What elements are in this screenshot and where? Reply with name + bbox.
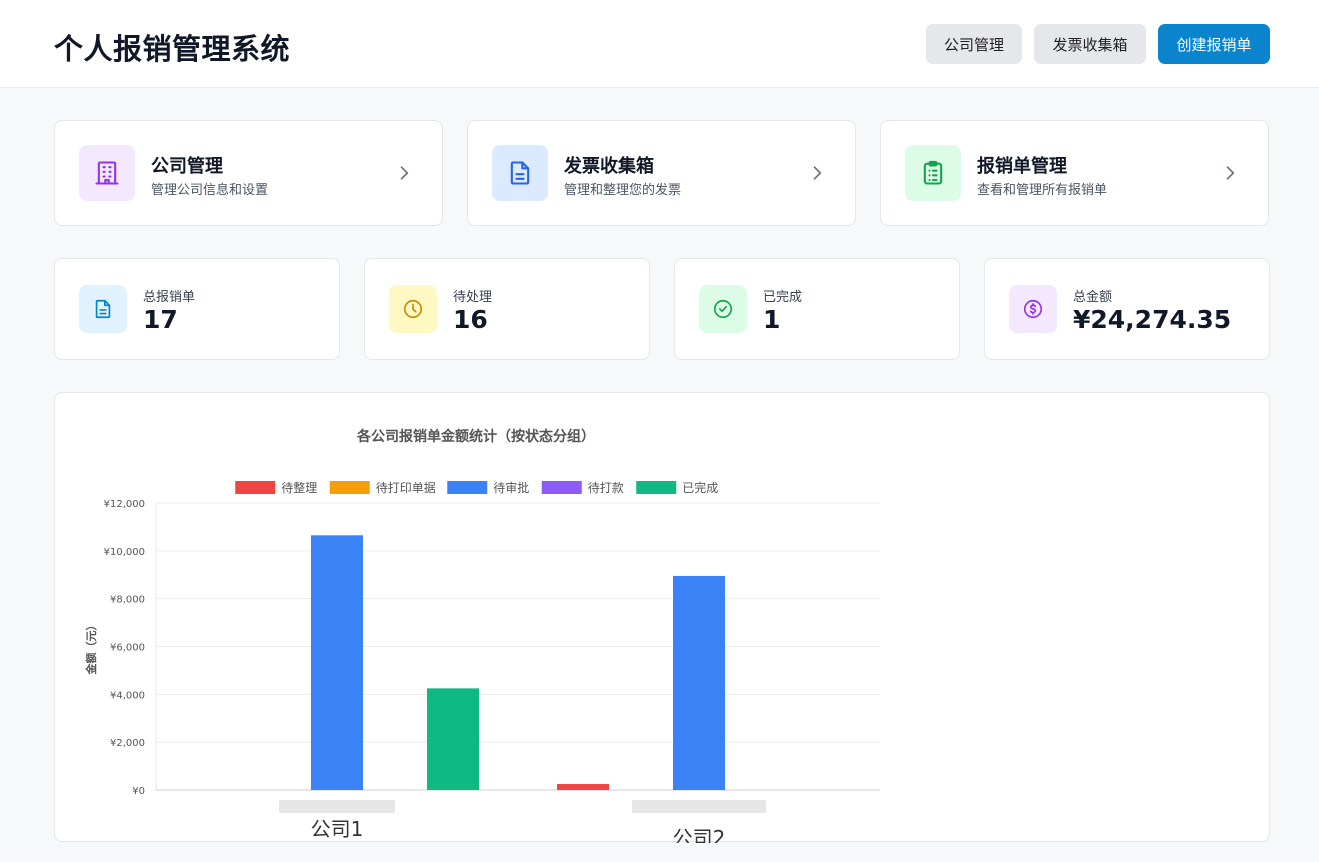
stat-value: ¥24,274.35: [1073, 305, 1232, 334]
nav-card-invoice[interactable]: 发票收集箱 管理和整理您的发票: [467, 120, 856, 226]
invoice-inbox-button[interactable]: 发票收集箱: [1034, 24, 1146, 64]
legend-swatch: [329, 481, 370, 494]
stat-card-pending: 待处理 16: [364, 258, 650, 360]
dollar-circle-icon: [1009, 285, 1057, 333]
legend-label: 待打印单据: [376, 481, 436, 495]
y-tick-label: ¥0: [132, 786, 145, 797]
legend-label: 待审批: [493, 480, 529, 495]
chart-title: 各公司报销单金额统计（按状态分组）: [356, 428, 595, 445]
stat-value: 1: [763, 305, 781, 334]
y-tick-label: ¥6,000: [110, 643, 145, 654]
y-tick-label: ¥10,000: [104, 547, 145, 558]
stat-label: 待处理: [453, 290, 493, 305]
nav-card-description: 管理和整理您的发票: [564, 183, 682, 198]
clock-icon: [389, 285, 437, 333]
y-tick-label: ¥2,000: [110, 738, 145, 749]
nav-card-description: 查看和管理所有报销单: [977, 183, 1108, 198]
chart-card: 各公司报销单金额统计（按状态分组） 待整理 待打印单据 待审批 待打款 已完成 ¥0 ¥2,0…: [54, 392, 1270, 843]
redacted-tick-label: [279, 800, 395, 813]
nav-card-company[interactable]: 公司管理 管理公司信息和设置: [54, 120, 443, 226]
y-axis-label: 金额（元）: [84, 620, 98, 676]
stat-card-total: 总报销单 17: [54, 258, 340, 360]
bar-chart: 各公司报销单金额统计（按状态分组） 待整理 待打印单据 待审批 待打款 已完成 ¥0 ¥2,0…: [84, 428, 880, 843]
legend-label: 已完成: [682, 480, 718, 495]
stat-card-total-amount: 总金额 ¥24,274.35: [984, 258, 1270, 360]
legend-swatch: [235, 481, 276, 494]
company-management-button[interactable]: 公司管理: [926, 24, 1022, 64]
y-tick-label: ¥4,000: [110, 690, 145, 701]
legend-label: 待打款: [588, 481, 624, 495]
chevron-right-icon: [813, 166, 822, 180]
stat-card-completed: 已完成 1: [674, 258, 960, 360]
clipboard-icon: [905, 145, 961, 201]
bar: [311, 535, 363, 790]
app-title: 个人报销管理系统: [54, 32, 291, 66]
legend-swatch: [541, 481, 582, 494]
nav-card-description: 管理公司信息和设置: [151, 183, 269, 198]
building-icon: [79, 145, 135, 201]
create-reimbursement-button[interactable]: 创建报销单: [1158, 24, 1270, 64]
bar: [427, 688, 479, 790]
nav-card-title: 发票收集箱: [564, 156, 654, 177]
document-icon: [79, 285, 127, 333]
bar: [673, 575, 725, 790]
nav-card-title: 公司管理: [151, 156, 223, 177]
nav-card-title: 报销单管理: [977, 156, 1067, 177]
legend-swatch: [447, 481, 488, 494]
x-category-label: 公司2: [673, 826, 726, 843]
y-tick-label: ¥12,000: [104, 499, 145, 510]
top-header: 个人报销管理系统 公司管理 发票收集箱 创建报销单: [0, 0, 1319, 88]
legend-swatch: [636, 481, 677, 494]
chevron-right-icon: [1226, 166, 1235, 180]
stat-value: 17: [143, 305, 178, 334]
redacted-tick-label: [632, 800, 766, 813]
stat-label: 总金额: [1073, 290, 1113, 305]
chevron-right-icon: [400, 166, 409, 180]
stat-label: 已完成: [763, 290, 803, 305]
y-tick-label: ¥8,000: [110, 595, 145, 606]
check-circle-icon: [699, 285, 747, 333]
document-icon: [492, 145, 548, 201]
bar: [557, 784, 609, 790]
x-category-label: 公司1: [311, 817, 364, 841]
stat-value: 16: [453, 305, 488, 334]
stat-label: 总报销单: [143, 290, 196, 305]
legend-label: 待整理: [281, 480, 317, 495]
nav-card-reimbursement[interactable]: 报销单管理 查看和管理所有报销单: [880, 120, 1269, 226]
